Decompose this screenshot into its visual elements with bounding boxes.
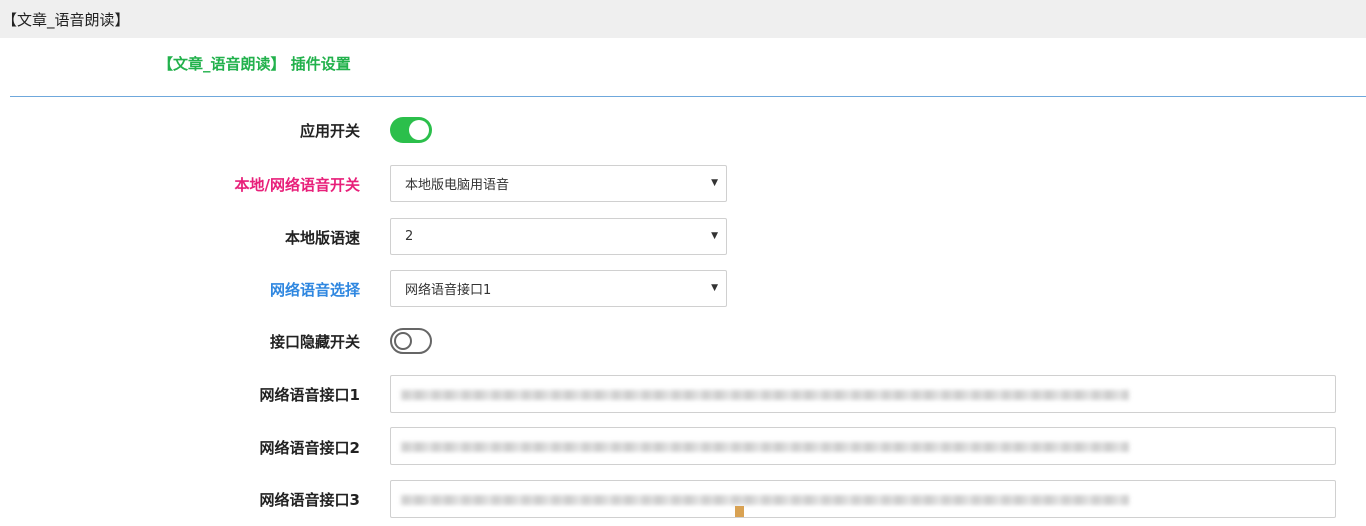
app-switch-toggle[interactable] bbox=[390, 117, 432, 143]
plugin-settings-title: 【文章_语音朗读】 插件设置 bbox=[158, 55, 351, 73]
voice-source-label: 本地/网络语音开关 bbox=[234, 176, 360, 194]
voice-source-value: 本地版电脑用语音 bbox=[405, 178, 510, 193]
hide-api-switch-toggle[interactable] bbox=[390, 328, 432, 354]
local-speed-value: 2 bbox=[405, 229, 414, 244]
api1-input[interactable] bbox=[390, 375, 1336, 413]
redacted-text bbox=[401, 442, 1129, 452]
hide-api-switch-label: 接口隐藏开关 bbox=[269, 333, 360, 351]
redacted-text bbox=[401, 495, 1129, 505]
api3-input[interactable] bbox=[390, 480, 1336, 518]
dropdown-arrow-icon: ▼ bbox=[711, 231, 718, 241]
app-switch-label: 应用开关 bbox=[299, 122, 360, 140]
dropdown-arrow-icon: ▼ bbox=[711, 178, 718, 188]
toggle-knob bbox=[394, 332, 412, 350]
api1-label: 网络语音接口1 bbox=[259, 386, 360, 404]
api2-label: 网络语音接口2 bbox=[259, 439, 360, 457]
api3-label: 网络语音接口3 bbox=[259, 491, 360, 509]
redacted-text bbox=[401, 390, 1129, 400]
local-speed-label: 本地版语速 bbox=[284, 229, 360, 247]
dropdown-arrow-icon: ▼ bbox=[711, 283, 718, 293]
drag-marker bbox=[735, 506, 744, 517]
net-voice-select-label: 网络语音选择 bbox=[269, 281, 360, 299]
window-title: 【文章_语音朗读】 bbox=[2, 10, 130, 29]
voice-source-select[interactable]: 本地版电脑用语音 ▼ bbox=[390, 165, 727, 202]
window-title-bar: 【文章_语音朗读】 bbox=[0, 0, 1366, 38]
local-speed-select[interactable]: 2 ▼ bbox=[390, 218, 727, 255]
header-divider bbox=[10, 96, 1366, 97]
net-voice-select[interactable]: 网络语音接口1 ▼ bbox=[390, 270, 727, 307]
net-voice-select-value: 网络语音接口1 bbox=[405, 283, 492, 298]
api2-input[interactable] bbox=[390, 427, 1336, 465]
toggle-knob bbox=[409, 120, 429, 140]
